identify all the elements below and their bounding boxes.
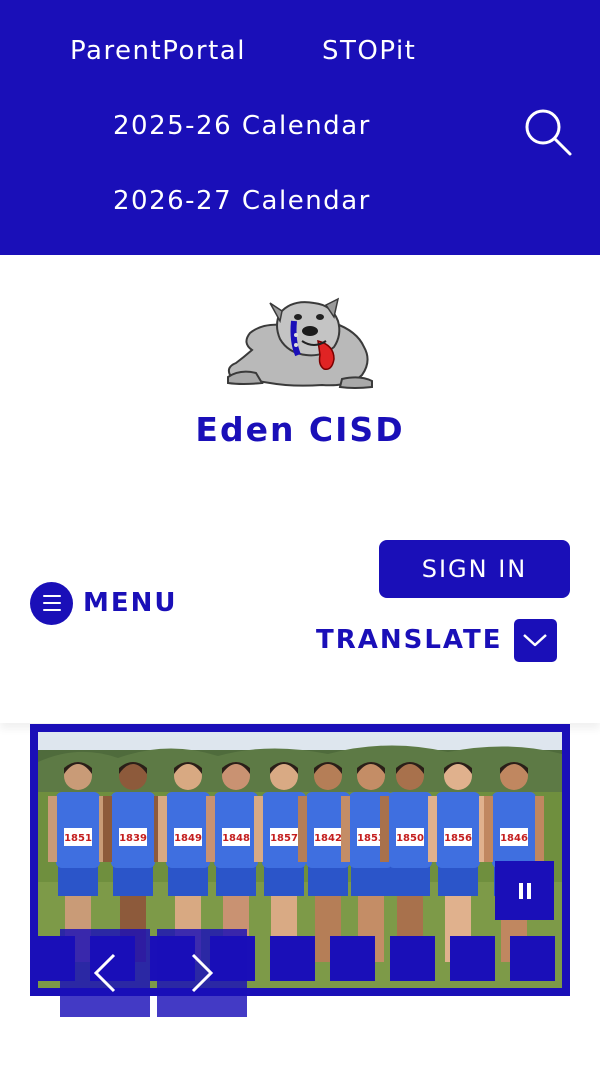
slide-dot[interactable] (510, 936, 555, 981)
chevron-down-icon (513, 618, 557, 662)
race-bib-number: 1850 (396, 833, 424, 844)
slide-dot[interactable] (450, 936, 495, 981)
bulldog-logo[interactable] (222, 295, 380, 391)
translate-dropdown[interactable]: TRANSLATE (316, 618, 557, 662)
calendar-2025-26-link[interactable]: 2025-26 Calendar (113, 111, 371, 141)
slide-dot[interactable] (270, 936, 315, 981)
hamburger-icon (30, 581, 73, 625)
previous-slide-button[interactable] (60, 929, 150, 1017)
menu-label: MENU (83, 588, 178, 618)
race-bib-number: 1846 (500, 833, 528, 844)
chevron-left-icon (93, 953, 116, 993)
utility-bar: ParentPortal STOPit 2025-26 Calendar 202… (0, 0, 600, 255)
stopit-link[interactable]: STOPit (322, 36, 416, 66)
search-button[interactable] (522, 106, 574, 158)
next-slide-button[interactable] (157, 929, 247, 1017)
site-name[interactable]: Eden CISD (0, 410, 600, 449)
calendar-2026-27-link[interactable]: 2026-27 Calendar (113, 186, 371, 216)
parentportal-link[interactable]: ParentPortal (70, 36, 246, 66)
search-icon (525, 109, 572, 156)
race-bib-number: 1849 (174, 833, 202, 844)
pause-icon (518, 882, 523, 899)
pause-button[interactable] (495, 861, 554, 920)
race-bib-number: 1842 (314, 833, 342, 844)
race-bib-number: 1848 (222, 833, 250, 844)
site-header: Eden CISD MENU SIGN IN TRANSLATE (0, 255, 600, 723)
sign-in-button[interactable]: SIGN IN (379, 540, 570, 598)
race-bib-number: 1856 (444, 833, 472, 844)
race-bib-number: 1839 (119, 833, 147, 844)
slide-dot[interactable] (390, 936, 435, 981)
slide-dot[interactable] (330, 936, 375, 981)
chevron-right-icon (191, 953, 214, 993)
menu-button[interactable]: MENU (30, 581, 178, 625)
translate-label: TRANSLATE (316, 625, 503, 655)
race-bib-number: 1857 (270, 833, 298, 844)
race-bib-number: 1851 (64, 833, 92, 844)
